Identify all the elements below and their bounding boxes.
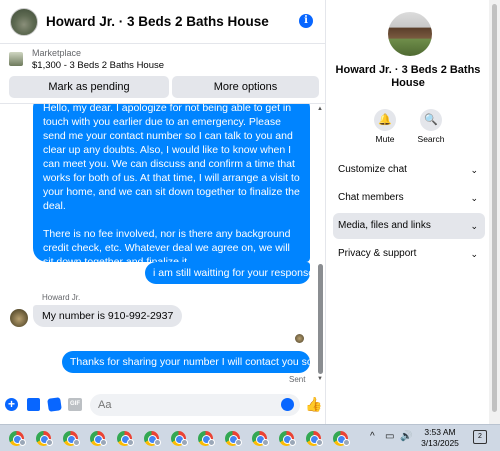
page-scrollbar[interactable] — [489, 0, 500, 424]
photo-icon[interactable] — [27, 398, 40, 411]
section-label: Chat members — [338, 192, 404, 203]
profile-badge-icon — [262, 439, 269, 446]
emoji-icon[interactable] — [281, 398, 294, 411]
section-privacy-support[interactable]: Privacy & support ⌄ — [333, 241, 485, 267]
thumbs-up-icon[interactable]: 👍 — [305, 396, 322, 413]
scrollbar-thumb[interactable] — [492, 4, 497, 412]
mark-as-pending-button[interactable]: Mark as pending — [9, 76, 169, 98]
mute-label[interactable]: Mute — [365, 134, 405, 144]
info-icon[interactable]: i — [299, 14, 313, 28]
contact-avatar-large[interactable] — [388, 12, 432, 56]
listing-title[interactable]: $1,300 - 3 Beds 2 Baths House — [32, 60, 164, 71]
clock-date[interactable]: 3/13/2025 — [415, 438, 465, 448]
clock-time[interactable]: 3:53 AM — [415, 427, 465, 437]
contact-avatar[interactable] — [10, 7, 38, 36]
conversation-info-panel: Howard Jr. · 3 Beds 2 Baths House 🔔 🔍 Mu… — [325, 0, 489, 424]
speaker-icon[interactable]: 🔊 — [400, 431, 412, 442]
section-customize-chat[interactable]: Customize chat ⌄ — [333, 157, 485, 183]
message-list[interactable]: Hello, my dear. I apologize for not bein… — [0, 104, 315, 386]
outgoing-message[interactable]: Hello, my dear. I apologize for not bein… — [33, 104, 310, 268]
section-media-files-links[interactable]: Media, files and links ⌄ — [333, 213, 485, 239]
profile-badge-icon — [127, 439, 134, 446]
message-paragraph: Hello, my dear. I apologize for not bein… — [43, 104, 300, 212]
section-label: Privacy & support — [338, 248, 417, 259]
contact-name: Howard Jr. · 3 Beds 2 Baths House — [335, 64, 481, 89]
notification-icon[interactable]: 2 — [473, 430, 487, 444]
section-label: Customize chat — [338, 164, 407, 175]
scroll-down-icon[interactable]: ▼ — [317, 376, 323, 382]
section-chat-members[interactable]: Chat members ⌄ — [333, 185, 485, 211]
more-options-button[interactable]: More options — [172, 76, 319, 98]
marketplace-label: Marketplace — [32, 48, 82, 58]
chat-title[interactable]: Howard Jr. · 3 Beds 2 Baths House — [46, 14, 269, 29]
message-input[interactable] — [90, 394, 260, 416]
profile-badge-icon — [19, 439, 26, 446]
chevron-up-icon[interactable]: ^ — [370, 431, 375, 442]
chevron-down-icon: ⌄ — [470, 165, 478, 175]
search-label[interactable]: Search — [411, 134, 451, 144]
message-status: Sent — [289, 375, 306, 384]
bell-icon[interactable]: 🔔 — [374, 109, 396, 131]
scrollbar-thumb[interactable] — [318, 264, 323, 374]
chevron-down-icon: ⌄ — [470, 249, 478, 259]
profile-badge-icon — [154, 439, 161, 446]
chat-header: Howard Jr. · 3 Beds 2 Baths House i — [0, 0, 325, 44]
profile-badge-icon — [289, 439, 296, 446]
profile-badge-icon — [208, 439, 215, 446]
seen-indicator-avatar — [295, 334, 304, 343]
sender-name: Howard Jr. — [42, 293, 81, 302]
listing-thumbnail[interactable] — [9, 52, 23, 66]
gif-icon[interactable]: GIF — [68, 398, 82, 411]
chevron-down-icon: ⌄ — [470, 193, 478, 203]
scroll-up-icon[interactable]: ▲ — [317, 106, 323, 112]
sticker-icon[interactable] — [47, 397, 62, 412]
outgoing-message[interactable]: i am still waitting for your response — [145, 262, 314, 284]
profile-badge-icon — [343, 439, 350, 446]
section-label: Media, files and links — [338, 220, 431, 231]
outgoing-message[interactable]: Thanks for sharing your number I will co… — [62, 351, 315, 373]
profile-badge-icon — [100, 439, 107, 446]
profile-badge-icon — [316, 439, 323, 446]
search-icon[interactable]: 🔍 — [420, 109, 442, 131]
profile-badge-icon — [181, 439, 188, 446]
chat-window: Howard Jr. · 3 Beds 2 Baths House i Mark… — [0, 0, 325, 424]
profile-badge-icon — [235, 439, 242, 446]
profile-badge-icon — [46, 439, 53, 446]
chevron-down-icon: ⌄ — [470, 221, 478, 231]
message-scrollbar[interactable]: ▲ ▼ — [315, 104, 325, 386]
taskbar: ^ ▭ 🔊 3:53 AM 3/13/2025 2 — [0, 424, 500, 451]
message-input-wrapper — [90, 394, 300, 416]
profile-badge-icon — [73, 439, 80, 446]
network-icon[interactable]: ▭ — [385, 431, 394, 442]
plus-icon[interactable]: + — [5, 398, 18, 411]
composer-bar: + GIF 👍 — [0, 390, 325, 420]
sender-avatar[interactable] — [10, 309, 28, 327]
incoming-message[interactable]: My number is 910-992-2937 — [33, 305, 183, 327]
